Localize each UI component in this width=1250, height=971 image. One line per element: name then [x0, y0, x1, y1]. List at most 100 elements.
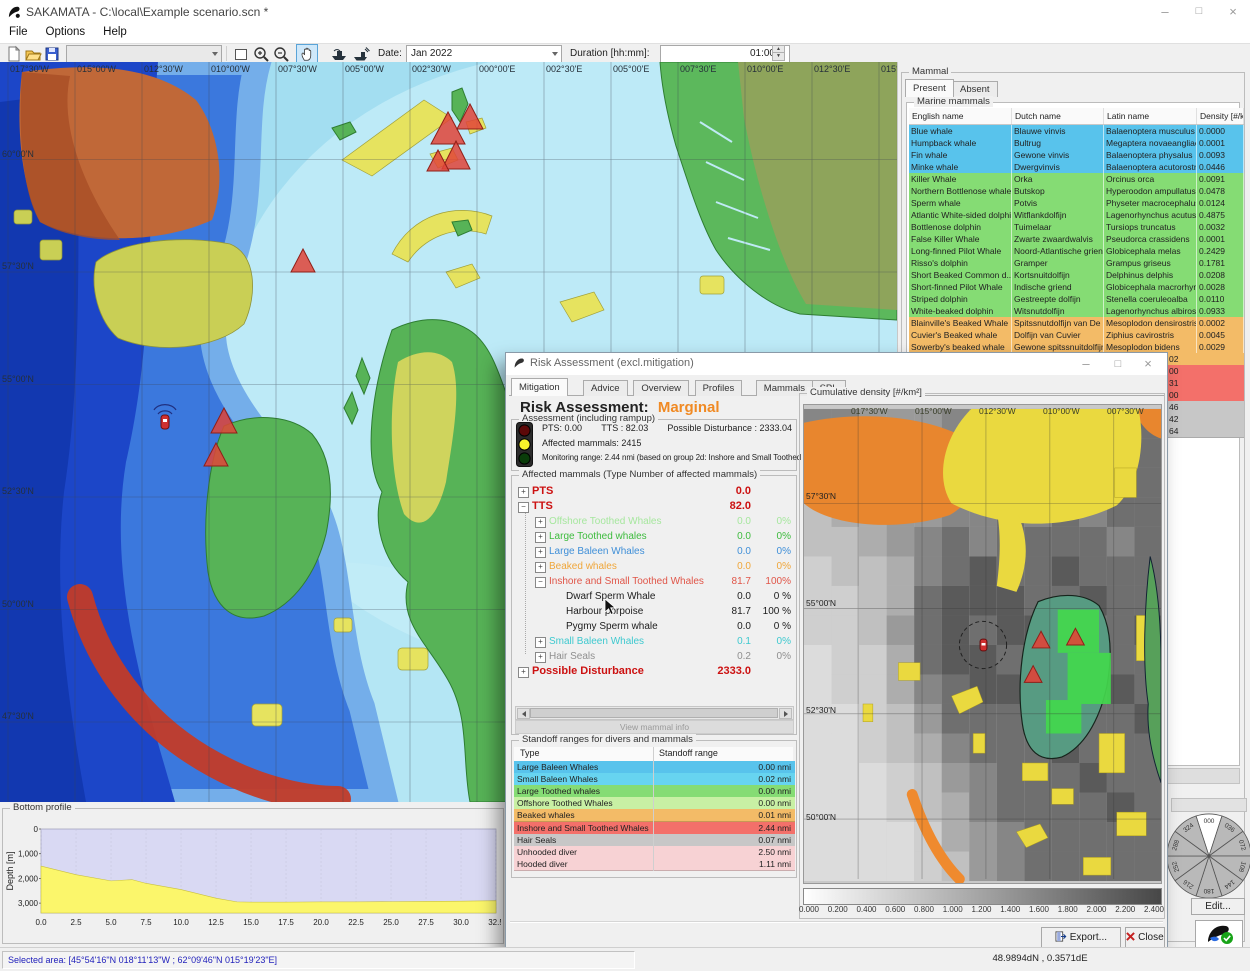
close-button[interactable]: × [1216, 0, 1250, 23]
menu-item-options[interactable]: Options [37, 24, 95, 40]
tab-absent[interactable]: Absent [952, 81, 998, 97]
sonar-vessel-tool[interactable] [352, 45, 370, 63]
compass-edit-button[interactable]: Edit... [1191, 898, 1245, 915]
standoff-row[interactable]: Offshore Toothed Whales0.00 nmi [514, 797, 795, 810]
standoff-row[interactable]: Inshore and Small Toothed Whales2.44 nmi [514, 822, 795, 835]
table-row-partial[interactable]: 64 [1167, 425, 1244, 438]
view-mammal-info-button[interactable]: View mammal info [515, 720, 794, 734]
transmission-compass[interactable]: 000036072108144180216252288324 [1165, 812, 1250, 900]
expand-icon[interactable]: + [518, 667, 529, 678]
cell: Zwarte zwaardwalvis [1012, 233, 1104, 245]
monitoring-range-text: Monitoring range: 2.44 nmi (based on gro… [542, 453, 832, 462]
zoom-out-tool[interactable] [272, 45, 290, 63]
tree-item-beaked-whales[interactable]: +Beaked whales0.00% [516, 559, 793, 574]
standoff-row[interactable]: Hair Seals0.07 nmi [514, 834, 795, 847]
density-lat-label: 50°00'N [806, 812, 836, 822]
expand-icon[interactable]: + [535, 562, 546, 573]
expand-icon[interactable]: + [535, 637, 546, 648]
density-map[interactable]: 017°30'W015°00'W012°30'W010°00'W007°30'W… [803, 404, 1162, 884]
validation-status-button[interactable] [1195, 920, 1243, 949]
tree-item-possible-disturbance[interactable]: +Possible Disturbance 2333.0 [516, 664, 793, 679]
standoff-row[interactable]: Small Baleen Whales0.02 nmi [514, 773, 795, 786]
cell: Megaptera novaeangliae [1104, 137, 1197, 149]
selected-area-status: Selected area: [45°54'16"N 018°11'13"W ;… [2, 951, 635, 969]
new-file-button[interactable] [5, 45, 23, 63]
density-partial-value: 46 [1167, 402, 1178, 412]
map-lon-label: 002°30'E [546, 64, 582, 74]
dialog-tab-overview[interactable]: Overview [633, 380, 689, 396]
scroll-right-icon[interactable] [779, 708, 792, 719]
dialog-tab-profiles[interactable]: Profiles [695, 380, 743, 396]
cell: Balaenoptera physalus [1104, 149, 1197, 161]
close-dialog-button[interactable]: Close [1125, 927, 1165, 948]
cell: 0.1781 [1197, 257, 1244, 269]
tree-item-pts[interactable]: +PTS0.0 [516, 484, 793, 499]
dialog-minimize-button[interactable]: – [1069, 353, 1103, 375]
standoff-range: 0.02 nmi [758, 773, 791, 785]
standoff-row[interactable]: Large Baleen Whales0.00 nmi [514, 761, 795, 774]
scroll-thumb[interactable] [530, 708, 778, 718]
zoom-in-tool[interactable] [252, 45, 270, 63]
dialog-tab-advice[interactable]: Advice [583, 380, 628, 396]
mammal-name-cell: Atlantic White-sided dolphi. [909, 209, 1012, 221]
collapse-icon[interactable]: − [535, 577, 546, 588]
tree-item-percent: 0% [777, 529, 791, 544]
maximize-button[interactable]: □ [1182, 0, 1216, 23]
expand-icon[interactable]: + [535, 532, 546, 543]
tree-item-value: 0.0 [737, 544, 751, 559]
tree-item-dwarf-sperm-whale[interactable]: Dwarf Sperm Whale0.00 % [516, 589, 793, 604]
tree-item-harbour-porpoise[interactable]: Harbour porpoise81.7100 % [516, 604, 793, 619]
expand-icon[interactable]: + [535, 547, 546, 558]
expand-icon[interactable]: + [535, 652, 546, 663]
tree-item-hair-seals[interactable]: +Hair Seals0.20% [516, 649, 793, 664]
cell: Witsnutdolfijn [1012, 305, 1104, 317]
spin-down-icon[interactable]: ▼ [772, 53, 785, 61]
standoff-row[interactable]: Large Toothed whales0.00 nmi [514, 785, 795, 798]
cell: 0.0093 [1197, 149, 1244, 161]
affected-mammals-tree[interactable]: +PTS0.0−TTS82.0+Offshore Toothed Whales0… [516, 484, 793, 684]
menu-item-file[interactable]: File [0, 24, 37, 40]
tree-item-offshore-toothed-whales[interactable]: +Offshore Toothed Whales0.00% [516, 514, 793, 529]
export-icon [1055, 931, 1067, 942]
minimize-button[interactable]: – [1148, 0, 1182, 23]
expand-icon[interactable]: + [535, 517, 546, 528]
tab-present[interactable]: Present [905, 79, 954, 97]
scroll-left-icon[interactable] [517, 708, 530, 719]
save-button[interactable] [43, 45, 61, 63]
standoff-row[interactable]: Unhooded diver2.50 nmi [514, 846, 795, 859]
date-select[interactable]: Jan 2022 [406, 45, 562, 63]
tree-item-small-baleen-whales[interactable]: +Small Baleen Whales0.10% [516, 634, 793, 649]
tree-item-inshore-and-small-toothed-whales[interactable]: −Inshore and Small Toothed Whales81.7100… [516, 574, 793, 589]
map-lat-label: 50°00'N [2, 599, 34, 609]
duration-input[interactable]: 01:00 [660, 45, 790, 63]
dialog-tab-mitigation[interactable]: Mitigation [511, 378, 568, 396]
map-lat-label: 57°30'N [2, 261, 34, 271]
tree-hscrollbar[interactable] [515, 706, 794, 720]
tree-item-large-toothed-whales[interactable]: +Large Toothed whales0.00% [516, 529, 793, 544]
duration-spinner[interactable]: ▲ ▼ [772, 45, 785, 61]
dialog-close-icon-button[interactable]: × [1131, 353, 1165, 375]
collapse-icon[interactable]: − [518, 502, 529, 513]
map-lat-label: 60°00'N [2, 149, 34, 159]
dialog-maximize-button[interactable]: □ [1101, 353, 1135, 375]
cell: Mesoplodon densirostris [1104, 317, 1197, 329]
map-lon-label: 010°00'E [747, 64, 783, 74]
spin-up-icon[interactable]: ▲ [772, 45, 785, 53]
tree-item-tts[interactable]: −TTS82.0 [516, 499, 793, 514]
standoff-group: Standoff ranges for divers and mammals T… [511, 740, 797, 878]
layer-select[interactable] [66, 45, 222, 63]
tree-item-large-baleen-whales[interactable]: +Large Baleen Whales0.00% [516, 544, 793, 559]
tree-item-value: 2333.0 [717, 664, 751, 679]
tree-item-pygmy-sperm-whale[interactable]: Pygmy Sperm whale0.00 % [516, 619, 793, 634]
standoff-row[interactable]: Hooded diver1.11 nmi [514, 858, 795, 871]
select-area-tool[interactable] [232, 45, 250, 63]
expand-icon[interactable]: + [518, 487, 529, 498]
open-file-button[interactable] [24, 45, 42, 63]
tree-item-label: Possible Disturbance [532, 664, 644, 679]
export-button[interactable]: Export... [1041, 927, 1121, 948]
standoff-row[interactable]: Beaked whales0.01 nmi [514, 809, 795, 822]
menu-item-help[interactable]: Help [94, 24, 136, 40]
vessel-tool[interactable] [330, 45, 348, 63]
bottom-profile-title: Bottom profile [10, 802, 75, 813]
cell: Blauwe vinvis [1012, 125, 1104, 137]
